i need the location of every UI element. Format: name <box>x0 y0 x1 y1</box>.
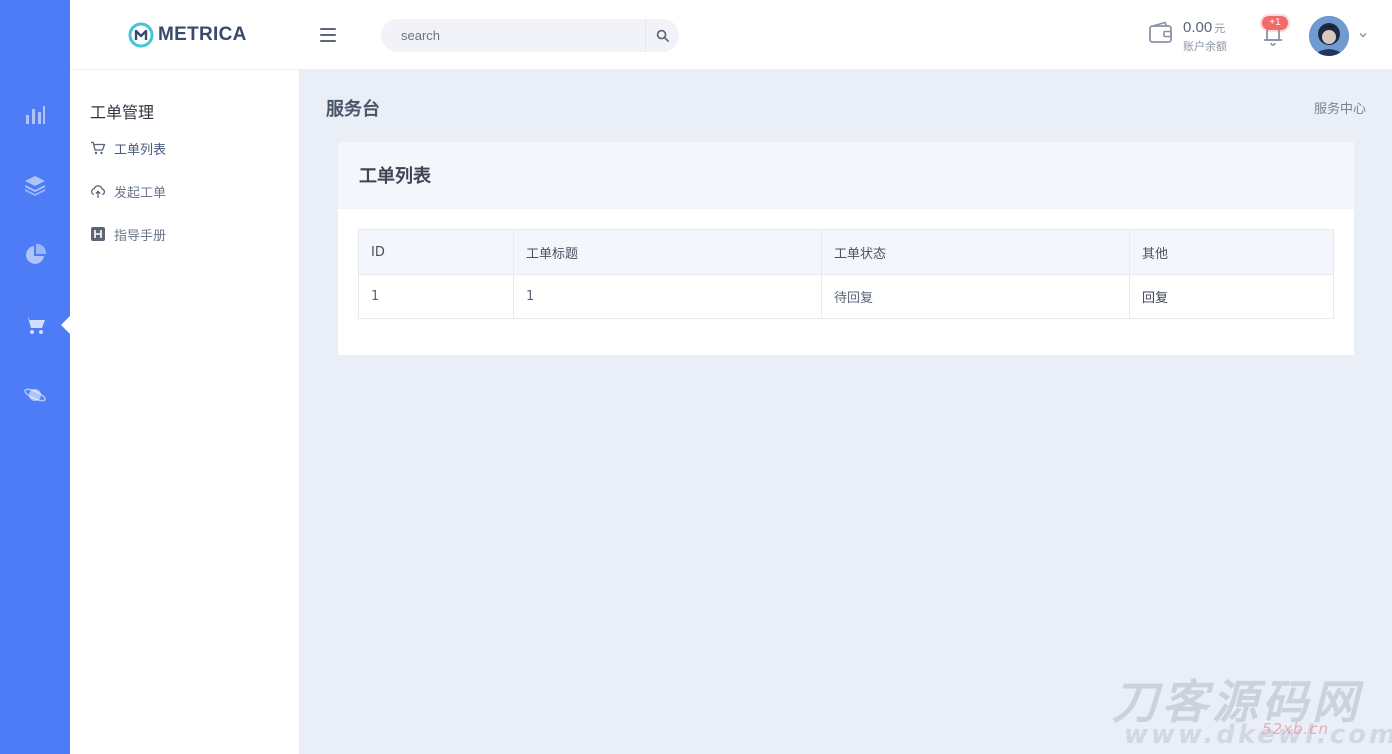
balance-unit: 元 <box>1214 22 1226 35</box>
search-button[interactable] <box>645 19 679 52</box>
layers-icon <box>25 176 45 196</box>
cart-icon <box>24 317 45 334</box>
column-header-status: 工单状态 <box>821 229 1130 275</box>
rail-item-analytics[interactable] <box>0 95 70 135</box>
top-bar: METRICA 0.00元 账户余额 +1 <box>70 0 1392 70</box>
card-title: 工单列表 <box>359 166 431 187</box>
rail-item-shop[interactable] <box>0 305 70 345</box>
search-input[interactable] <box>381 19 641 52</box>
balance-label: 账户余额 <box>1183 40 1227 53</box>
watermark-red-url: 52xb.cn <box>1262 720 1330 738</box>
cell-status: 待回复 <box>821 274 1130 319</box>
subnav-item-ticket-list[interactable]: 工单列表 <box>90 137 166 159</box>
menu-toggle-button[interactable] <box>320 24 340 46</box>
cloud-upload-icon <box>91 185 106 198</box>
account-balance: 0.00 元 账户余额 <box>1183 17 1227 54</box>
table-header-row: ID 工单标题 工单状态 其他 <box>358 229 1334 275</box>
rail-item-reports[interactable] <box>0 235 70 275</box>
reply-link[interactable]: 回复 <box>1129 274 1334 319</box>
column-header-other: 其他 <box>1129 229 1334 275</box>
bar-chart-icon <box>26 106 45 124</box>
balance-amount: 0.00 <box>1183 19 1213 36</box>
chevron-down-icon[interactable] <box>1358 30 1368 40</box>
hamburger-line <box>320 28 336 30</box>
subnav-item-label: 指导手册 <box>114 228 167 244</box>
subnav-item-label: 发起工单 <box>114 185 167 201</box>
icon-rail <box>0 0 70 754</box>
brand-name: METRICA <box>158 24 247 45</box>
table-row: 1 1 待回复 回复 <box>358 274 1334 319</box>
pie-chart-icon <box>26 243 47 264</box>
subnav-item-guide[interactable]: 指导手册 <box>90 223 166 245</box>
planet-icon <box>24 388 46 402</box>
h-square-icon <box>91 227 105 241</box>
column-header-title: 工单标题 <box>513 229 822 275</box>
search-icon <box>656 29 669 42</box>
page-title: 服务台 <box>326 99 380 120</box>
brand-logo[interactable]: METRICA <box>128 22 247 48</box>
secondary-sidebar: 工单管理 工单列表 发起工单 指导手册 <box>70 70 300 754</box>
rail-item-layers[interactable] <box>0 165 70 205</box>
subnav-item-label: 工单列表 <box>114 142 167 158</box>
search-bar <box>381 19 679 52</box>
column-header-id: ID <box>358 229 514 275</box>
metrica-logo-icon <box>128 22 154 48</box>
cart-icon <box>91 141 106 155</box>
cell-id: 1 <box>358 274 514 319</box>
wallet-icon <box>1149 21 1172 43</box>
avatar-image <box>1309 16 1349 56</box>
hamburger-line <box>320 34 336 36</box>
active-pointer <box>61 316 70 334</box>
card-header: 工单列表 <box>338 142 1354 209</box>
ticket-list-card: 工单列表 ID 工单标题 工单状态 其他 1 1 待回复 回复 <box>338 142 1354 355</box>
hamburger-line <box>320 40 336 42</box>
breadcrumb[interactable]: 服务中心 <box>1314 98 1366 117</box>
avatar[interactable] <box>1309 16 1349 56</box>
subnav-title: 工单管理 <box>90 103 155 122</box>
rail-item-explore[interactable] <box>0 375 70 415</box>
notification-badge: +1 <box>1262 16 1288 30</box>
watermark-url: www.dkewl.com <box>1124 720 1392 750</box>
subnav-item-new-ticket[interactable]: 发起工单 <box>90 180 166 202</box>
cell-title: 1 <box>513 274 822 319</box>
watermark: 刀客源码网 www.dkewl.com 52xb.cn <box>1112 676 1392 752</box>
ticket-table: ID 工单标题 工单状态 其他 1 1 待回复 回复 <box>358 229 1334 319</box>
